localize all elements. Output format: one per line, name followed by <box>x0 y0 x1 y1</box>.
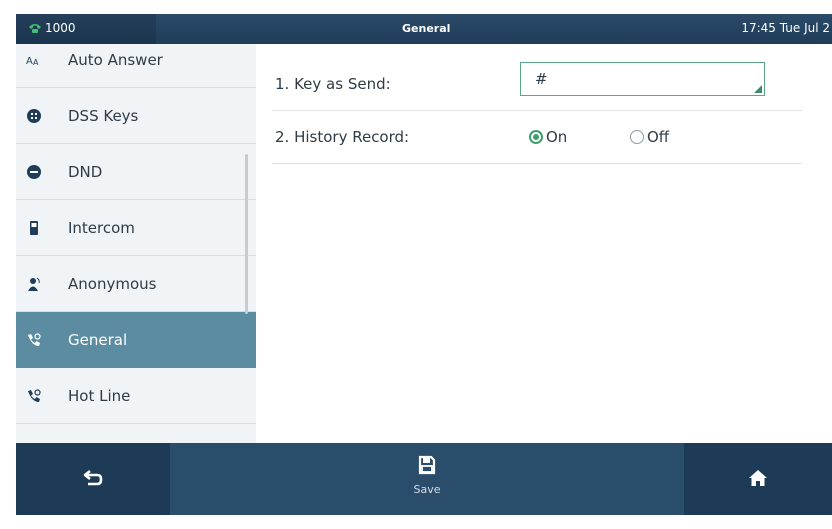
key-as-send-row: 1. Key as Send: # <box>272 58 802 111</box>
sidebar-item-label: DND <box>68 162 103 181</box>
anonymous-icon <box>28 277 40 291</box>
radio-selected-icon <box>529 130 543 144</box>
key-as-send-label: 1. Key as Send: <box>275 75 391 93</box>
phone-handset-icon <box>29 24 41 33</box>
history-record-on-radio[interactable]: On <box>529 128 567 146</box>
sidebar-item-dnd[interactable]: DND <box>16 144 256 200</box>
phone-screen: 1000 General 17:45 Tue Jul 2 A A Auto An… <box>16 14 832 515</box>
key-as-send-input[interactable]: # <box>520 62 765 96</box>
on-label: On <box>546 128 568 146</box>
sidebar-item-auto-answer[interactable]: A A Auto Answer <box>16 44 256 88</box>
save-icon <box>418 455 436 475</box>
sidebar-item-label: General <box>68 330 128 349</box>
dropdown-corner-icon <box>754 85 762 93</box>
intercom-icon <box>30 220 38 235</box>
sidebar-item-anonymous[interactable]: Anonymous <box>16 256 256 312</box>
sidebar-item-label: Anonymous <box>68 274 157 293</box>
save-button[interactable]: Save <box>170 443 684 515</box>
dss-keys-icon <box>27 108 41 123</box>
status-bar: 1000 General 17:45 Tue Jul 2 <box>16 14 832 44</box>
svg-text:A: A <box>33 58 39 67</box>
back-button[interactable] <box>16 443 170 515</box>
svg-text:A: A <box>26 56 33 67</box>
auto-answer-icon: A A <box>26 56 39 67</box>
save-label: Save <box>413 483 441 496</box>
history-record-label: 2. History Record: <box>275 128 410 146</box>
radio-unselected-icon <box>630 130 644 144</box>
sidebar-item-label: Auto Answer <box>68 50 163 69</box>
clock: 17:45 Tue Jul 2 <box>741 21 830 35</box>
account-area[interactable]: 1000 <box>16 14 156 44</box>
key-as-send-value: # <box>535 70 548 88</box>
sidebar-item-label: DSS Keys <box>68 106 139 125</box>
page-title: General <box>402 22 451 35</box>
dnd-icon <box>27 164 41 179</box>
sidebar-item-intercom[interactable]: Intercom <box>16 200 256 256</box>
off-label: Off <box>647 128 670 146</box>
home-button[interactable] <box>684 443 832 515</box>
softkey-bar: Save <box>16 443 832 515</box>
sidebar-item-label: Hot Line <box>68 386 131 405</box>
sidebar-item-dss-keys[interactable]: DSS Keys <box>16 88 256 144</box>
history-record-off-radio[interactable]: Off <box>630 128 669 146</box>
account-label: 1000 <box>45 21 76 35</box>
sidebar-item-hot-line[interactable]: Hot Line <box>16 368 256 424</box>
back-icon <box>83 469 103 486</box>
hot-line-icon <box>28 388 41 402</box>
settings-panel: 1. Key as Send: # 2. History Record: On … <box>256 44 832 443</box>
home-icon <box>749 470 767 486</box>
sidebar: A A Auto Answer DSS Keys DND Intercom An… <box>16 44 256 443</box>
sidebar-scrollbar[interactable] <box>245 154 248 314</box>
history-record-row: 2. History Record: On Off <box>272 111 802 164</box>
sidebar-item-label: Intercom <box>68 218 135 237</box>
sidebar-item-general[interactable]: General <box>16 312 256 368</box>
phone-frame: 1000 General 17:45 Tue Jul 2 A A Auto An… <box>0 0 832 529</box>
general-icon <box>28 332 41 346</box>
